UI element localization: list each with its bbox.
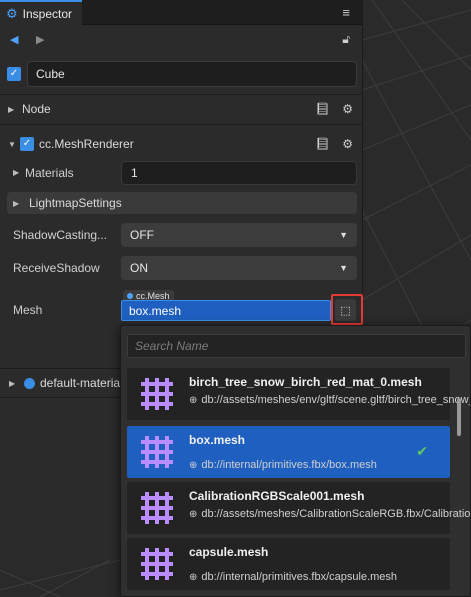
divider [0, 368, 120, 369]
expand-arrow-icon[interactable]: ▶ [13, 168, 23, 177]
gear-icon: ⚙ [6, 5, 18, 21]
mesh-icon [141, 378, 173, 410]
node-name-input[interactable]: Cube [27, 61, 357, 87]
arrow-right-icon[interactable]: ▶ [36, 33, 44, 46]
tab-inspector[interactable]: ⚙ Inspector [0, 0, 82, 25]
book-icon[interactable]: 📘︎ [315, 102, 330, 116]
asset-item-path: db://internal/primitives.fbx/capsule.mes… [201, 571, 398, 583]
asset-item[interactable]: capsule.mesh ⊕ db://internal/primitives.… [127, 538, 450, 590]
materials-label: Materials [25, 166, 74, 180]
node-name-row: ✓ Cube [7, 61, 357, 87]
material-icon [24, 377, 35, 389]
locate-icon: ⊕ [189, 509, 198, 520]
lock-icon[interactable]: 🔓︎ [342, 32, 350, 47]
shadow-casting-label: ShadowCasting... [13, 228, 108, 242]
nav-row: ◀ ▶ 🔓︎ [0, 25, 362, 55]
tab-label: Inspector [22, 6, 73, 21]
locate-icon: ⊕ [189, 572, 198, 583]
asset-item-path: db://internal/primitives.fbx/box.mesh [201, 459, 377, 471]
default-material-row[interactable]: ▶ default-material [9, 376, 123, 390]
chevron-down-icon: ▼ [339, 263, 348, 273]
shadow-casting-value: OFF [130, 228, 154, 242]
asset-picker-popup: Search Name birch_tree_snow_birch_red_ma… [120, 325, 471, 597]
highlight-box [331, 294, 363, 325]
receive-shadow-label: ReceiveShadow [13, 261, 100, 275]
section-mesh-renderer[interactable]: ▼ ✓ cc.MeshRenderer 📘︎ ⚙ [0, 131, 363, 157]
asset-item-title: birch_tree_snow_birch_red_mat_0.mesh [189, 375, 422, 389]
menu-icon[interactable]: ≡ [342, 5, 350, 20]
asset-item-path: db://assets/meshes/CalibrationScaleRGB.f… [201, 508, 471, 520]
divider [0, 94, 363, 95]
locate-icon: ⊕ [189, 460, 198, 471]
shadow-casting-select[interactable]: OFF ▼ [121, 223, 357, 247]
materials-count-input[interactable]: 1 [121, 161, 357, 185]
lightmap-settings-label: LightmapSettings [29, 196, 122, 210]
expand-arrow-icon: ▶ [13, 198, 20, 208]
search-input[interactable]: Search Name [127, 334, 466, 358]
settings-icon[interactable]: ⚙ [342, 137, 353, 151]
lightmap-settings-header[interactable]: ▶ LightmapSettings [7, 192, 357, 214]
component-enabled-checkbox[interactable]: ✓ [20, 137, 34, 151]
mesh-asset-field[interactable]: box.mesh [121, 300, 331, 321]
asset-item[interactable]: birch_tree_snow_birch_red_mat_0.mesh ⊕ d… [127, 368, 470, 420]
mesh-icon [141, 548, 173, 580]
scrollbar[interactable] [457, 398, 461, 436]
asset-item-title: CalibrationRGBScale001.mesh [189, 489, 365, 503]
asset-item[interactable]: CalibrationRGBScale001.mesh ⊕ db://asset… [127, 482, 470, 534]
tab-bar: ⚙ Inspector ≡ [0, 0, 362, 25]
section-node-label: Node [22, 102, 51, 116]
node-active-checkbox[interactable]: ✓ [7, 67, 21, 81]
arrow-left-icon[interactable]: ◀ [10, 33, 18, 46]
receive-shadow-select[interactable]: ON ▼ [121, 256, 357, 280]
asset-item-title: box.mesh [189, 433, 246, 447]
asset-item-path: db://assets/meshes/env/gltf/scene.gltf/b… [201, 394, 471, 406]
divider [0, 124, 363, 125]
receive-shadow-value: ON [130, 261, 148, 275]
mesh-icon [141, 436, 173, 468]
section-node[interactable]: ▶ Node 📘︎ ⚙ [0, 96, 363, 122]
divider [0, 397, 120, 398]
mesh-label: Mesh [13, 303, 43, 317]
asset-type-icon [127, 292, 133, 299]
check-icon: ✔ [416, 443, 428, 459]
collapse-arrow-icon: ▼ [8, 139, 16, 149]
default-material-label: default-material [40, 376, 123, 390]
book-icon[interactable]: 📘︎ [315, 137, 330, 151]
locate-icon: ⊕ [189, 395, 198, 406]
chevron-down-icon: ▼ [339, 230, 348, 240]
expand-arrow-icon: ▶ [9, 378, 16, 388]
expand-arrow-icon: ▶ [8, 104, 15, 114]
mesh-icon [141, 492, 173, 524]
asset-item-selected[interactable]: box.mesh ⊕ db://internal/primitives.fbx/… [127, 426, 450, 478]
mesh-type-label: cc.Mesh [136, 290, 170, 301]
section-mesh-renderer-label: cc.MeshRenderer [39, 137, 134, 151]
asset-item-title: capsule.mesh [189, 545, 269, 559]
settings-icon[interactable]: ⚙ [342, 102, 353, 116]
